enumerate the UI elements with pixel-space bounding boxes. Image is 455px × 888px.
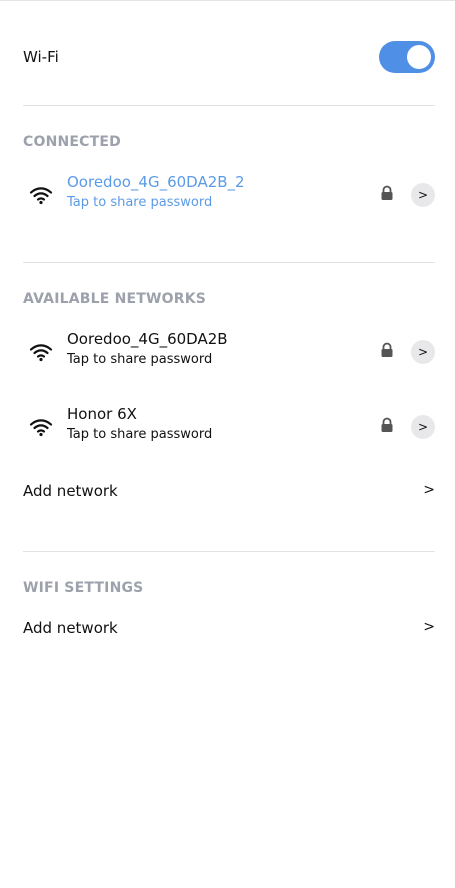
network-name: Ooredoo_4G_60DA2B_2	[67, 173, 245, 191]
wifi-icon	[29, 344, 53, 362]
available-network-row[interactable]: Honor 6X Tap to share password >	[23, 405, 435, 449]
network-subtitle: Tap to share password	[67, 352, 213, 367]
wifi-label: Wi-Fi	[23, 48, 59, 66]
wifi-icon	[29, 187, 53, 205]
wifi-settings-title: WIFI SETTINGS	[23, 580, 144, 596]
add-network-label: Add network	[23, 482, 118, 500]
available-networks-title: AVAILABLE NETWORKS	[23, 291, 207, 307]
network-name: Honor 6X	[67, 405, 137, 423]
network-subtitle: Tap to share password	[67, 427, 213, 442]
network-subtitle: Tap to share password	[67, 195, 213, 210]
wifi-toggle-row[interactable]: Wi-Fi	[23, 40, 435, 74]
available-network-row[interactable]: Ooredoo_4G_60DA2B Tap to share password …	[23, 330, 435, 374]
top-divider	[0, 0, 455, 1]
divider	[23, 551, 435, 552]
lock-icon	[381, 417, 393, 432]
chevron-right-icon: >	[423, 619, 435, 635]
connected-section-title: CONNECTED	[23, 134, 121, 150]
wifi-icon	[29, 419, 53, 437]
add-network-button[interactable]: Add network >	[23, 480, 435, 504]
divider	[23, 105, 435, 106]
network-details-button[interactable]: >	[411, 183, 435, 207]
lock-icon	[381, 185, 393, 200]
connected-network-row[interactable]: Ooredoo_4G_60DA2B_2 Tap to share passwor…	[23, 173, 435, 217]
add-network-label: Add network	[23, 619, 118, 637]
lock-icon	[381, 342, 393, 357]
network-name: Ooredoo_4G_60DA2B	[67, 330, 228, 348]
settings-add-network-button[interactable]: Add network >	[23, 617, 435, 641]
toggle-knob	[407, 45, 431, 69]
wifi-toggle-switch[interactable]	[379, 41, 435, 73]
network-details-button[interactable]: >	[411, 415, 435, 439]
chevron-right-icon: >	[423, 482, 435, 498]
divider	[23, 262, 435, 263]
network-details-button[interactable]: >	[411, 340, 435, 364]
